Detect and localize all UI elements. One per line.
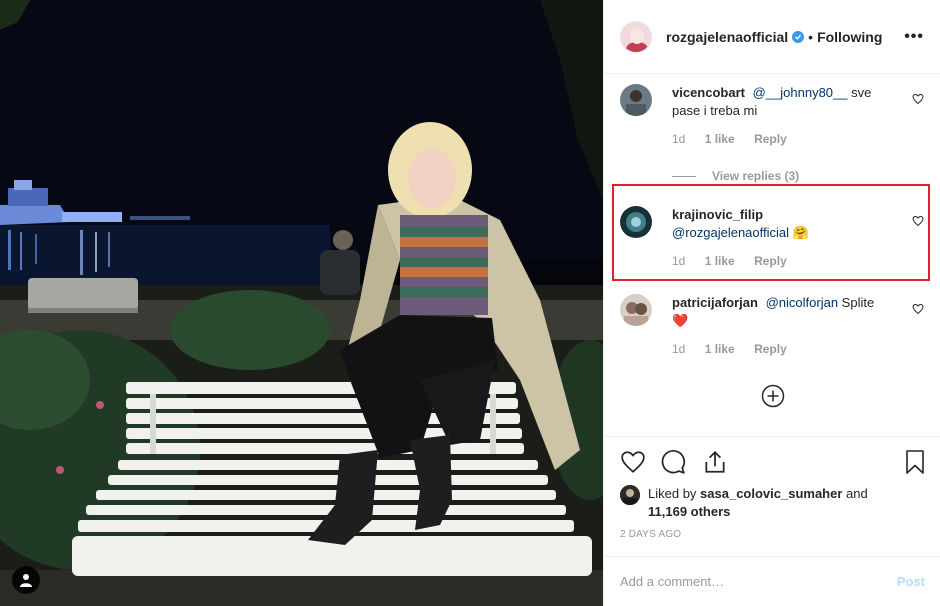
comment-age[interactable]: 1d	[672, 342, 685, 356]
header-separator: •	[808, 28, 814, 45]
comment-text: vicencobart @__johnny80__ sve pase i tre…	[672, 84, 892, 120]
comment-icon[interactable]	[660, 449, 686, 480]
comment-message: 🤗	[792, 225, 809, 240]
comment-like-heart-icon[interactable]	[912, 214, 924, 232]
comment-mention[interactable]: @rozgajelenaofficial	[672, 225, 789, 240]
comment-item-highlighted: krajinovic_filip @rozgajelenaofficial 🤗 …	[620, 206, 930, 268]
view-replies-label: View replies (3)	[712, 169, 800, 183]
comment-meta: 1d 1 like Reply	[672, 342, 930, 356]
liked-by: Liked by sasa_colovic_sumaher and 11,169…	[620, 485, 900, 521]
add-circle-icon	[761, 384, 785, 408]
bookmark-icon[interactable]	[903, 449, 927, 480]
comment-username[interactable]: patricijaforjan	[672, 295, 758, 310]
heart-icon[interactable]	[620, 449, 646, 480]
load-more-comments-button[interactable]	[761, 384, 785, 413]
action-icons	[620, 449, 927, 477]
post-photo[interactable]	[0, 0, 603, 606]
commenter-avatar[interactable]	[620, 206, 652, 238]
reply-button[interactable]: Reply	[754, 132, 787, 146]
comment-like-heart-icon[interactable]	[912, 302, 924, 320]
liker-avatar[interactable]	[620, 485, 640, 505]
comment-text: krajinovic_filip @rozgajelenaofficial 🤗	[672, 206, 892, 242]
post-comment-button[interactable]: Post	[897, 574, 925, 589]
verified-badge-icon	[792, 30, 805, 43]
post-actions: Liked by sasa_colovic_sumaher and 11,169…	[604, 436, 940, 556]
comment-age[interactable]: 1d	[672, 254, 685, 268]
comment-username[interactable]: vicencobart	[672, 85, 745, 100]
comment-likes[interactable]: 1 like	[705, 342, 735, 356]
commenter-avatar[interactable]	[620, 84, 652, 116]
user-tag-button[interactable]	[12, 566, 40, 594]
view-replies-link[interactable]: View replies (3)	[672, 169, 799, 183]
comment-like-heart-icon[interactable]	[912, 92, 924, 110]
following-button[interactable]: Following	[817, 29, 882, 45]
comment-item: vicencobart @__johnny80__ sve pase i tre…	[620, 84, 930, 146]
comment-likes[interactable]: 1 like	[705, 132, 735, 146]
liked-by-text: Liked by sasa_colovic_sumaher and 11,169…	[648, 485, 900, 521]
comment-input[interactable]	[620, 574, 897, 589]
author-username[interactable]: rozgajelenaofficial	[666, 29, 788, 45]
liked-by-user[interactable]: sasa_colovic_sumaher	[700, 486, 842, 501]
comment-meta: 1d 1 like Reply	[672, 132, 930, 146]
comment-text: patricijaforjan @nicolforjan Splite ❤️	[672, 294, 892, 330]
reply-button[interactable]: Reply	[754, 342, 787, 356]
comment-age[interactable]: 1d	[672, 132, 685, 146]
post-sidebar: rozgajelenaofficial • Following ••• vice…	[603, 0, 940, 606]
add-comment-bar: Post	[604, 556, 940, 606]
user-tag-icon	[20, 574, 32, 587]
liked-by-others[interactable]: 11,169 others	[648, 504, 730, 519]
post-timestamp[interactable]: 2 DAYS AGO	[620, 529, 681, 540]
comment-mention[interactable]: @nicolforjan	[766, 295, 838, 310]
author-avatar[interactable]	[620, 20, 652, 53]
share-icon[interactable]	[702, 449, 728, 480]
more-options-icon[interactable]: •••	[904, 28, 924, 46]
post-header: rozgajelenaofficial • Following •••	[604, 0, 940, 74]
commenter-avatar[interactable]	[620, 294, 652, 326]
reply-button[interactable]: Reply	[754, 254, 787, 268]
photo-illustration	[0, 0, 603, 606]
comment-mention[interactable]: @__johnny80__	[753, 85, 848, 100]
comment-item: patricijaforjan @nicolforjan Splite ❤️ 1…	[620, 294, 930, 356]
view-replies-divider	[672, 175, 696, 177]
comment-likes[interactable]: 1 like	[705, 254, 735, 268]
comment-meta: 1d 1 like Reply	[672, 254, 930, 268]
liked-by-prefix: Liked by	[648, 486, 697, 501]
comment-list: vicencobart @__johnny80__ sve pase i tre…	[604, 74, 940, 436]
comment-username[interactable]: krajinovic_filip	[672, 207, 763, 222]
liked-by-and: and	[846, 486, 868, 501]
